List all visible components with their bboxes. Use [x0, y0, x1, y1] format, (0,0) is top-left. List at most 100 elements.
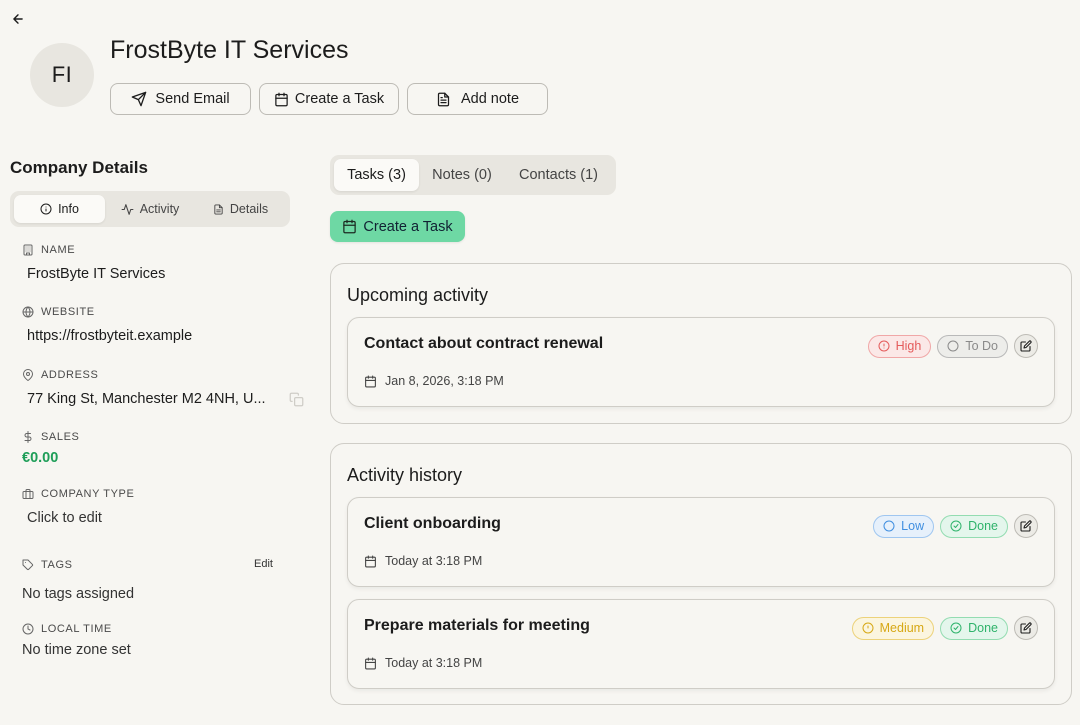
task-date: Jan 8, 2026, 3:18 PM [364, 374, 504, 388]
website-value[interactable]: https://frostbyteit.example [27, 328, 192, 344]
upcoming-activity-panel: Upcoming activity Contact about contract… [330, 263, 1072, 424]
task-date-text: Today at 3:18 PM [385, 554, 483, 568]
check-circle-icon [950, 520, 962, 532]
copy-icon [289, 392, 304, 407]
task-card[interactable]: Contact about contract renewal High To D… [347, 317, 1055, 407]
tab-info[interactable]: Info [14, 195, 105, 223]
priority-label: Low [901, 519, 925, 533]
alert-circle-icon [878, 340, 890, 352]
company-type-label: COMPANY TYPE [22, 488, 134, 500]
priority-label: High [895, 339, 922, 353]
file-text-icon [437, 92, 450, 106]
priority-badge: Medium [851, 616, 935, 640]
create-task-header-label: Create a Task [294, 91, 385, 107]
create-task-label: Create a Task [363, 218, 453, 235]
tab-details[interactable]: Details [195, 195, 286, 223]
file-text-icon [214, 203, 223, 215]
map-pin-icon [23, 369, 33, 381]
edit-task-button[interactable] [1014, 514, 1038, 538]
tags-label-text: TAGS [41, 559, 73, 571]
tab-contacts[interactable]: Contacts (1) [506, 159, 611, 191]
task-date: Today at 3:18 PM [364, 554, 482, 568]
building-icon [23, 244, 33, 256]
activity-icon [121, 203, 134, 215]
task-card[interactable]: Prepare materials for meeting Medium Don… [347, 599, 1055, 689]
edit-task-button[interactable] [1014, 616, 1038, 640]
calendar-icon [365, 657, 376, 669]
main-tabs: Tasks (3) Notes (0) Contacts (1) [330, 155, 616, 195]
status-label: Done [968, 519, 998, 533]
address-label: ADDRESS [22, 369, 98, 381]
tag-icon [22, 559, 34, 571]
tab-tasks[interactable]: Tasks (3) [334, 159, 419, 191]
tab-info-label: Info [58, 202, 79, 216]
priority-badge: High [867, 334, 932, 358]
sales-value: €0.00 [22, 450, 59, 466]
company-type-value[interactable]: Click to edit [27, 510, 102, 526]
sales-label: SALES [22, 431, 79, 443]
task-card[interactable]: Client onboarding Low Done Today at 3:18… [347, 497, 1055, 587]
tab-activity[interactable]: Activity [105, 195, 195, 223]
circle-icon [883, 520, 895, 532]
create-task-header-button[interactable]: Create a Task [259, 83, 399, 115]
globe-icon [22, 306, 34, 318]
activity-history-panel: Activity history Client onboarding Low D… [330, 443, 1072, 705]
info-icon [40, 203, 52, 215]
local-time-value: No time zone set [22, 642, 131, 658]
status-badge[interactable]: Done [940, 616, 1008, 640]
edit-icon [1020, 340, 1032, 352]
edit-icon [1020, 520, 1032, 532]
add-note-label: Add note [460, 91, 520, 107]
task-date: Today at 3:18 PM [364, 656, 482, 670]
edit-icon [1020, 622, 1032, 634]
briefcase-icon [22, 489, 34, 499]
tags-edit-button[interactable]: Edit [254, 558, 273, 570]
status-label: To Do [965, 339, 998, 353]
add-note-button[interactable]: Add note [407, 83, 548, 115]
tab-notes[interactable]: Notes (0) [421, 159, 503, 191]
tags-value: No tags assigned [22, 586, 135, 602]
tab-details-label: Details [229, 202, 269, 216]
task-title: Client onboarding [364, 515, 501, 532]
name-label: NAME [22, 244, 75, 256]
upcoming-activity-title: Upcoming activity [347, 285, 489, 305]
page-title: FrostByte IT Services [110, 36, 349, 64]
address-label-text: ADDRESS [41, 369, 99, 381]
copy-address-button[interactable] [289, 392, 304, 407]
activity-history-title: Activity history [347, 465, 463, 485]
address-value[interactable]: 77 King St, Manchester M2 4NH, U... [27, 391, 266, 407]
local-time-label: LOCAL TIME [22, 623, 112, 635]
calendar-icon [343, 219, 357, 234]
company-details-title: Company Details [10, 158, 148, 177]
clock-icon [22, 623, 34, 635]
dollar-icon [24, 431, 32, 443]
status-badge[interactable]: To Do [937, 334, 1008, 358]
name-value[interactable]: FrostByte IT Services [27, 266, 165, 282]
calendar-icon [365, 375, 376, 387]
back-button[interactable] [8, 9, 28, 29]
check-circle-icon [950, 622, 962, 634]
status-label: Done [968, 621, 998, 635]
priority-badge: Low [873, 514, 935, 538]
calendar-icon [365, 555, 376, 567]
calendar-icon [275, 92, 288, 106]
task-title: Contact about contract renewal [364, 335, 604, 352]
create-task-button[interactable]: Create a Task [330, 211, 465, 242]
task-date-text: Today at 3:18 PM [385, 656, 483, 670]
details-segmented-control: Info Activity Details [10, 191, 290, 227]
task-date-text: Jan 8, 2026, 3:18 PM [385, 374, 504, 388]
tab-activity-label: Activity [139, 202, 180, 216]
edit-task-button[interactable] [1014, 334, 1038, 358]
sales-label-text: SALES [41, 431, 80, 443]
company-type-label-text: COMPANY TYPE [41, 488, 135, 500]
status-badge[interactable]: Done [940, 514, 1008, 538]
send-email-button[interactable]: Send Email [110, 83, 251, 115]
website-label-text: WEBSITE [41, 306, 95, 318]
website-label: WEBSITE [22, 306, 95, 318]
avatar: FI [30, 43, 94, 107]
task-title: Prepare materials for meeting [364, 617, 590, 634]
priority-label: Medium [879, 621, 925, 635]
arrow-left-icon [13, 14, 23, 24]
local-time-label-text: LOCAL TIME [41, 623, 112, 635]
send-icon [132, 91, 147, 107]
